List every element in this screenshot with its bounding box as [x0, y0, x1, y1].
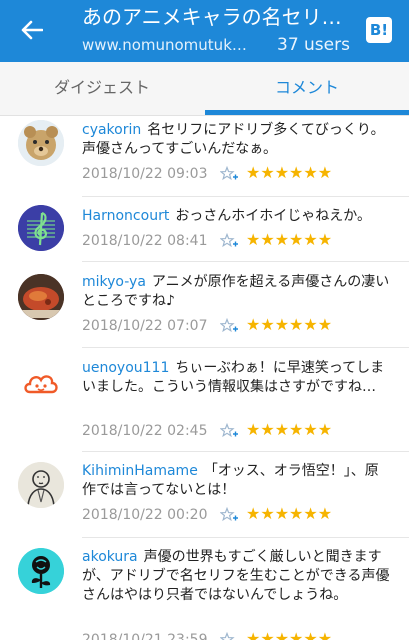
- star-rating: ★★★★★★: [246, 163, 333, 182]
- divider: [82, 347, 409, 348]
- divider: [82, 537, 409, 538]
- cloud-face-avatar-icon[interactable]: [18, 362, 64, 408]
- comment-body: KihiminHamame 「オッス、オラ悟空！」、原作では言ってないとは！: [82, 462, 392, 500]
- star-rating: ★★★★★★: [246, 230, 333, 249]
- comment-date: 2018/10/22 02:45: [82, 423, 208, 439]
- comment-user[interactable]: KihiminHamame: [82, 463, 198, 479]
- comment-body: cyakorin 名セリフにアドリブ多くてびっくり。声優さんってすごいんだなぁ。: [82, 121, 392, 159]
- tab-comments[interactable]: コメント: [205, 62, 409, 116]
- comment-date: 2018/10/22 09:03: [82, 166, 208, 182]
- back-arrow-icon[interactable]: [14, 14, 50, 46]
- divider: [82, 196, 409, 197]
- comment-text-block: uenoyou111 ちぃーぶわぁ！に早速笑ってしまいました。こういう情報収集はさ…: [82, 359, 392, 397]
- comment-user[interactable]: Harnoncourt: [82, 208, 169, 224]
- divider: [82, 451, 409, 452]
- star-rating: ★★★★★★: [246, 315, 333, 334]
- comment-text-block: KihiminHamame 「オッス、オラ悟空！」、原作では言ってないとは！: [82, 462, 392, 500]
- comment-text-block: Harnoncourt おっさんホイホイじゃねえか。: [82, 207, 392, 226]
- comment-date: 2018/10/22 07:07: [82, 318, 208, 334]
- comment-date: 2018/10/22 00:20: [82, 507, 208, 523]
- portrait-sketch-avatar-icon[interactable]: [18, 462, 64, 508]
- comment-meta: 2018/10/22 02:45 ★★★★★★: [82, 420, 382, 441]
- divider: [82, 261, 409, 262]
- entry-subline: www.nomunomutuk… 37 users: [82, 34, 357, 56]
- comment-meta: 2018/10/22 00:20 ★★★★★★: [82, 504, 382, 525]
- comment-meta: 2018/10/22 09:03 ★★★★★★: [82, 163, 382, 184]
- comment-text: おっさんホイホイじゃねえか。: [175, 208, 372, 224]
- star-rating: ★★★★★★: [246, 629, 333, 640]
- entry-domain[interactable]: www.nomunomutuk…: [82, 34, 260, 56]
- rose-avatar-icon[interactable]: [18, 548, 64, 594]
- active-tab-indicator: [205, 110, 409, 115]
- add-star-icon[interactable]: [219, 165, 238, 182]
- comment-text-block: akokura 声優の世界もすごく厳しいと聞きますが、アドリブで名セリフを生むこと…: [82, 548, 392, 605]
- comment-meta: 2018/10/21 23:59 ★★★★★★: [82, 629, 382, 640]
- hatena-bookmark-button[interactable]: B!: [366, 17, 392, 43]
- add-star-icon[interactable]: [219, 506, 238, 523]
- app-bar: あのアニメキャラの名セリ… www.nomunomutuk… 37 users …: [0, 0, 409, 62]
- comment-body: uenoyou111 ちぃーぶわぁ！に早速笑ってしまいました。こういう情報収集はさ…: [82, 359, 392, 397]
- page-title: あのアニメキャラの名セリ…: [82, 5, 342, 29]
- comment-text-block: mikyo-ya アニメが原作を超える声優さんの凄いところですね♪: [82, 273, 392, 311]
- comment-user[interactable]: akokura: [82, 549, 138, 565]
- star-rating: ★★★★★★: [246, 420, 333, 439]
- treble-clef-avatar-icon[interactable]: [18, 205, 64, 251]
- comment-user[interactable]: cyakorin: [82, 122, 141, 138]
- add-star-icon[interactable]: [219, 422, 238, 439]
- comment-date: 2018/10/22 08:41: [82, 233, 208, 249]
- comment-user[interactable]: mikyo-ya: [82, 274, 146, 290]
- bear-avatar-icon[interactable]: [18, 120, 64, 166]
- comment-body: mikyo-ya アニメが原作を超える声優さんの凄いところですね♪: [82, 273, 392, 311]
- comment-user[interactable]: uenoyou111: [82, 360, 169, 376]
- add-star-icon[interactable]: [219, 631, 238, 640]
- comment-text-block: cyakorin 名セリフにアドリブ多くてびっくり。声優さんってすごいんだなぁ。: [82, 121, 392, 159]
- food-avatar-icon[interactable]: [18, 274, 64, 320]
- tab-digest[interactable]: ダイジェスト: [0, 62, 204, 116]
- comment-meta: 2018/10/22 08:41 ★★★★★★: [82, 230, 382, 251]
- comment-meta: 2018/10/22 07:07 ★★★★★★: [82, 315, 382, 336]
- comment-list[interactable]: cyakorin 名セリフにアドリブ多くてびっくり。声優さんってすごいんだなぁ。 …: [0, 116, 409, 640]
- comment-date: 2018/10/21 23:59: [82, 632, 208, 640]
- comment-body: akokura 声優の世界もすごく厳しいと聞きますが、アドリブで名セリフを生むこと…: [82, 548, 392, 605]
- user-count[interactable]: 37 users: [277, 34, 350, 56]
- add-star-icon[interactable]: [219, 317, 238, 334]
- comment-body: Harnoncourt おっさんホイホイじゃねえか。: [82, 207, 392, 226]
- add-star-icon[interactable]: [219, 232, 238, 249]
- tab-bar: ダイジェスト コメント: [0, 62, 409, 116]
- star-rating: ★★★★★★: [246, 504, 333, 523]
